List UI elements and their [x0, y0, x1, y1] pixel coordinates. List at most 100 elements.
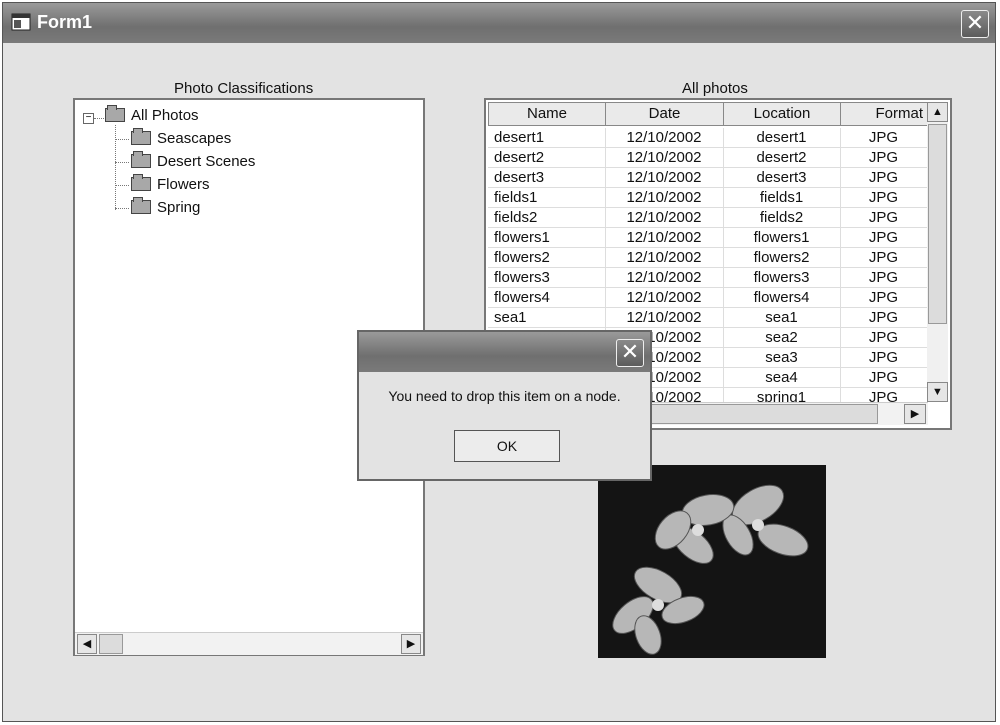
scroll-down-button[interactable]: ▼ — [927, 382, 948, 402]
cell-name: desert1 — [488, 128, 606, 148]
cell-location: desert1 — [723, 128, 841, 148]
scroll-right-button[interactable]: ▶ — [401, 634, 421, 654]
cell-name: flowers3 — [488, 268, 606, 288]
table-row[interactable]: flowers2 12/10/2002 flowers2 JPG — [488, 248, 928, 268]
cell-format: JPG — [840, 148, 928, 168]
cell-name: fields1 — [488, 188, 606, 208]
cell-location: sea3 — [723, 348, 841, 368]
folder-icon — [131, 174, 151, 191]
list-vertical-scrollbar[interactable]: ▲ ▼ — [927, 102, 948, 402]
table-row[interactable]: flowers4 12/10/2002 flowers4 JPG — [488, 288, 928, 308]
cell-name: sea1 — [488, 308, 606, 328]
table-row[interactable]: fields2 12/10/2002 fields2 JPG — [488, 208, 928, 228]
cell-format: JPG — [840, 268, 928, 288]
cell-date: 12/10/2002 — [605, 188, 724, 208]
tree-connector — [94, 118, 104, 119]
title-bar[interactable]: Form1 ✕ — [3, 3, 995, 43]
cell-date: 12/10/2002 — [605, 288, 724, 308]
form-icon — [11, 13, 31, 31]
column-header-location[interactable]: Location — [723, 102, 841, 126]
dialog-message: You need to drop this item on a node. — [388, 388, 621, 404]
cell-format: JPG — [840, 128, 928, 148]
list-label: All photos — [682, 80, 748, 97]
cell-location: flowers2 — [723, 248, 841, 268]
cell-date: 12/10/2002 — [605, 308, 724, 328]
tree-connector — [115, 208, 129, 209]
main-window: Form1 ✕ Photo Classifications − All Phot… — [2, 2, 996, 722]
collapse-toggle[interactable]: − — [83, 113, 94, 124]
cell-format: JPG — [840, 328, 928, 348]
tree-connector — [115, 139, 129, 140]
cell-location: flowers1 — [723, 228, 841, 248]
cell-location: fields2 — [723, 208, 841, 228]
tree-label: Photo Classifications — [174, 80, 314, 97]
cell-date: 12/10/2002 — [605, 168, 724, 188]
tree-node-label: Desert Scenes — [157, 153, 256, 170]
photo-preview — [598, 465, 826, 658]
table-row[interactable]: flowers3 12/10/2002 flowers3 JPG — [488, 268, 928, 288]
scroll-thumb[interactable] — [99, 634, 123, 654]
tree-node-label: All Photos — [131, 107, 199, 124]
cell-location: sea2 — [723, 328, 841, 348]
cell-format: JPG — [840, 188, 928, 208]
message-dialog: ✕ You need to drop this item on a node. … — [357, 330, 652, 481]
scroll-thumb[interactable] — [928, 124, 947, 324]
column-header-name[interactable]: Name — [488, 102, 606, 126]
cell-location: desert3 — [723, 168, 841, 188]
folder-icon — [131, 197, 151, 214]
tree-node-label: Seascapes — [157, 130, 232, 147]
scroll-right-button[interactable]: ▶ — [904, 404, 926, 424]
tree-node-spring[interactable]: Spring — [131, 197, 201, 216]
cell-name: desert2 — [488, 148, 606, 168]
column-header-date[interactable]: Date — [605, 102, 724, 126]
folder-icon — [131, 151, 151, 168]
cell-format: JPG — [840, 368, 928, 388]
cell-date: 12/10/2002 — [605, 248, 724, 268]
folder-icon — [105, 105, 125, 122]
cell-location: desert2 — [723, 148, 841, 168]
tree-node-label: Spring — [157, 199, 201, 216]
cell-date: 12/10/2002 — [605, 128, 724, 148]
cell-name: flowers2 — [488, 248, 606, 268]
cell-date: 12/10/2002 — [605, 208, 724, 228]
cell-format: JPG — [840, 208, 928, 228]
tree-node-label: Flowers — [157, 176, 210, 193]
scroll-up-button[interactable]: ▲ — [927, 102, 948, 122]
table-row[interactable]: sea1 12/10/2002 sea1 JPG — [488, 308, 928, 328]
tree-node-desert-scenes[interactable]: Desert Scenes — [131, 151, 256, 170]
cell-name: flowers1 — [488, 228, 606, 248]
cell-format: JPG — [840, 228, 928, 248]
table-row[interactable]: desert2 12/10/2002 desert2 JPG — [488, 148, 928, 168]
tree-horizontal-scrollbar[interactable]: ◀ ▶ — [75, 632, 423, 655]
cell-format: JPG — [840, 288, 928, 308]
cell-location: flowers3 — [723, 268, 841, 288]
cell-format: JPG — [840, 168, 928, 188]
cell-name: desert3 — [488, 168, 606, 188]
tree-connector — [115, 185, 129, 186]
window-title: Form1 — [37, 12, 93, 32]
tree-connector — [115, 125, 116, 210]
cell-location: fields1 — [723, 188, 841, 208]
tree-connector — [115, 162, 129, 163]
scroll-left-button[interactable]: ◀ — [77, 634, 97, 654]
cell-date: 12/10/2002 — [605, 268, 724, 288]
tree-node-seascapes[interactable]: Seascapes — [131, 128, 232, 147]
table-row[interactable]: desert3 12/10/2002 desert3 JPG — [488, 168, 928, 188]
tree-node-flowers[interactable]: Flowers — [131, 174, 210, 193]
table-row[interactable]: desert1 12/10/2002 desert1 JPG — [488, 128, 928, 148]
window-close-button[interactable]: ✕ — [961, 10, 989, 38]
cell-date: 12/10/2002 — [605, 228, 724, 248]
cell-name: flowers4 — [488, 288, 606, 308]
cell-date: 12/10/2002 — [605, 148, 724, 168]
cell-format: JPG — [840, 348, 928, 368]
table-row[interactable]: flowers1 12/10/2002 flowers1 JPG — [488, 228, 928, 248]
dialog-close-button[interactable]: ✕ — [616, 339, 644, 367]
table-row[interactable]: fields1 12/10/2002 fields1 JPG — [488, 188, 928, 208]
cell-location: sea4 — [723, 368, 841, 388]
cell-location: flowers4 — [723, 288, 841, 308]
column-header-format[interactable]: Format — [840, 102, 928, 126]
ok-button[interactable]: OK — [454, 430, 560, 462]
orchid-image — [598, 465, 826, 658]
tree-node-all-photos[interactable]: All Photos — [105, 105, 199, 124]
dialog-title-bar[interactable]: ✕ — [359, 332, 650, 372]
